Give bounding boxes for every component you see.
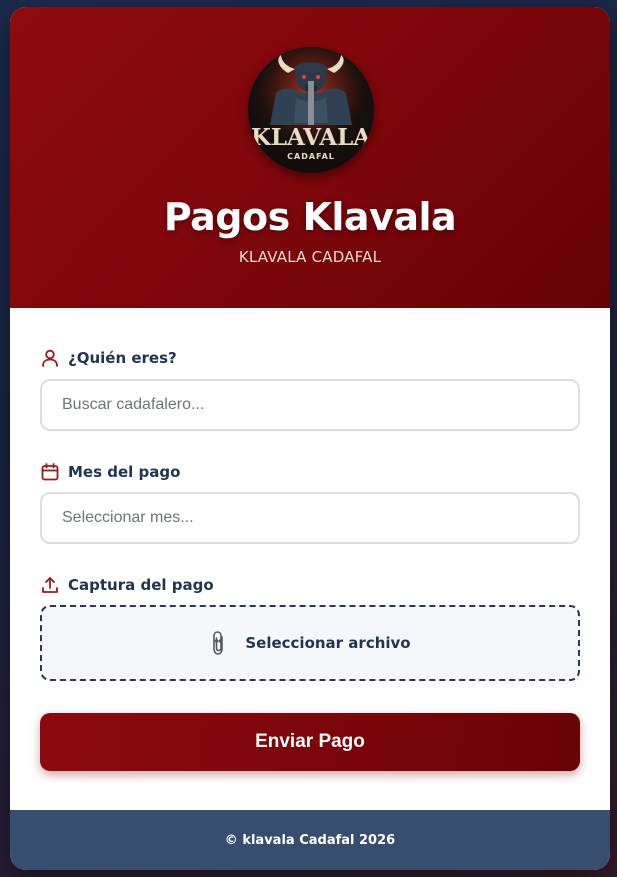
month-select[interactable]: Seleccionar mes... (40, 492, 580, 544)
page-subtitle: KLAVALA CADAFAL (238, 248, 382, 266)
footer: © klavala Cadafal 2026 (10, 810, 610, 870)
header-banner: KLAVALA CADAFAL Pagos Klavala KLAVALA CA… (10, 7, 610, 308)
month-label-text: Mes del pago (68, 463, 181, 481)
payment-card: KLAVALA CADAFAL Pagos Klavala KLAVALA CA… (10, 7, 610, 870)
capture-label: Captura del pago (40, 574, 214, 596)
file-select-button[interactable]: Seleccionar archivo (40, 605, 580, 681)
logo-wordmark: KLAVALA (251, 124, 372, 151)
submit-payment-button[interactable]: Enviar Pago (40, 713, 580, 771)
calendar-icon (40, 462, 60, 482)
footer-copyright: © klavala Cadafal 2026 (224, 832, 396, 848)
who-search-placeholder: Buscar cadafalero... (62, 396, 205, 413)
capture-label-text: Captura del pago (68, 576, 214, 594)
month-select-placeholder: Seleccionar mes... (62, 509, 194, 526)
page-title: Pagos Klavala (163, 195, 457, 239)
paperclip-icon (209, 630, 229, 656)
klavala-logo: KLAVALA CADAFAL (248, 47, 374, 173)
month-label: Mes del pago (40, 461, 180, 483)
who-search-input[interactable]: Buscar cadafalero... (40, 379, 580, 431)
upload-icon (40, 575, 60, 595)
bull-emblem: KLAVALA CADAFAL (251, 47, 372, 161)
user-icon (40, 348, 60, 368)
who-label-text: ¿Quién eres? (68, 349, 177, 367)
file-select-label: Seleccionar archivo (245, 634, 411, 652)
who-label: ¿Quién eres? (40, 347, 177, 369)
logo-subtext: CADAFAL (287, 152, 335, 161)
